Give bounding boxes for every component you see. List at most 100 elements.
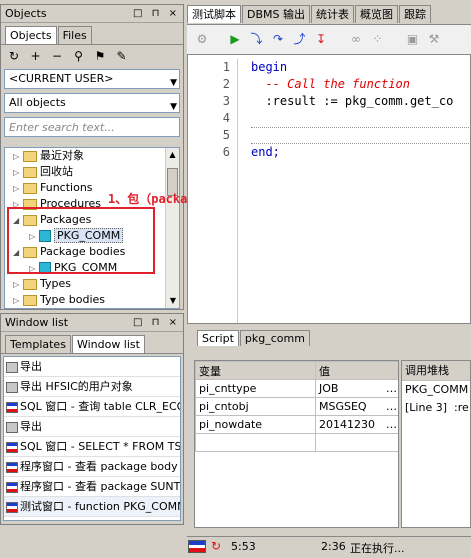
tree-scrollbar[interactable]: ▲ ▼	[165, 148, 179, 308]
call-stack-row[interactable]: [Line 3] :re	[402, 399, 470, 417]
tab-templates[interactable]: Templates	[5, 335, 71, 353]
column-header-value[interactable]: 值	[315, 361, 398, 380]
cursor-position: 5:53	[231, 540, 256, 553]
test-window-icon	[6, 501, 18, 513]
remove-icon[interactable]: −	[48, 47, 66, 65]
tab-files[interactable]: Files	[57, 26, 92, 44]
search-placeholder: Enter search text...	[9, 121, 115, 134]
line-number: 2	[222, 77, 230, 91]
execute-icon[interactable]: ▶	[226, 30, 244, 48]
objects-panel-header: Objects □ ⊓ ×	[1, 5, 183, 23]
tree-item-type-bodies[interactable]: ▷ Type bodies	[9, 292, 169, 308]
export-window-icon	[6, 361, 18, 373]
image-icon[interactable]: ▣	[404, 30, 422, 48]
window-type-icon	[188, 540, 206, 553]
variable-value[interactable]: MSGSEQ…	[315, 397, 398, 416]
tree-item-recent[interactable]: ▷ 最近对象	[9, 148, 169, 164]
list-item[interactable]: 导出 HFSIC的用户对象	[4, 377, 180, 397]
breakpoint-icon[interactable]: ⁘	[369, 30, 387, 48]
refresh-icon[interactable]: ↻	[5, 47, 23, 65]
ellipsis-button[interactable]: …	[386, 443, 397, 451]
variables-grid: 变量 值 pi_cnttype JOB… pi_cntobj MSGSEQ… p…	[194, 360, 399, 528]
folder-icon	[23, 166, 37, 178]
panel-header-buttons[interactable]: □ ⊓ ×	[133, 314, 180, 332]
step-into-icon[interactable]: ⤵	[248, 30, 266, 48]
variable-value[interactable]: 20141230…	[315, 415, 398, 434]
column-header-variable[interactable]: 变量	[195, 361, 316, 380]
add-icon[interactable]: +	[27, 47, 45, 65]
tab-window-list[interactable]: Window list	[71, 335, 145, 353]
tab-overview[interactable]: 概览图	[355, 5, 398, 23]
tab-trace[interactable]: 跟踪	[399, 5, 431, 23]
variable-name: pi_cnttype	[195, 379, 316, 398]
tab-dbms-output[interactable]: DBMS 输出	[242, 5, 310, 23]
list-item[interactable]: 程序窗口 - 查看 package SUNTS	[4, 477, 180, 497]
step-out-icon[interactable]: ⤴	[291, 30, 309, 48]
list-item[interactable]: SQL 窗口 - 查询 table CLR_ECOF	[4, 397, 180, 417]
execution-status: 正在执行...	[350, 542, 405, 555]
window-list-header: Window list □ ⊓ ×	[1, 314, 183, 332]
tree-item-recycle[interactable]: ▷ 回收站	[9, 164, 169, 180]
code-line: end;	[251, 145, 280, 159]
list-item[interactable]: 测试窗口 - function PKG_COMM.(	[4, 497, 180, 517]
list-item[interactable]: 导出	[4, 417, 180, 437]
variable-name: pi_cntobj	[195, 397, 316, 416]
chevron-down-icon: ▼	[170, 78, 177, 88]
table-row[interactable]: pi_cntobj MSGSEQ…	[195, 397, 398, 416]
debug-icon[interactable]: ⚙	[193, 30, 211, 48]
window-list: 导出 导出 HFSIC的用户对象 SQL 窗口 - 查询 table CLR_E…	[3, 356, 181, 521]
tab-objects[interactable]: Objects	[5, 26, 57, 44]
line-number: 3	[222, 94, 230, 108]
list-item[interactable]: SQL 窗口 - SELECT * FROM TSM	[4, 437, 180, 457]
tab-pkg-comm[interactable]: pkg_comm	[239, 330, 310, 346]
browse-icon[interactable]: ✎	[113, 47, 131, 65]
tab-script[interactable]: Script	[197, 330, 239, 346]
code-line	[251, 127, 470, 144]
tools-icon[interactable]: ⚒	[425, 30, 443, 48]
line-number: 5	[222, 128, 230, 142]
code-line: -- Call the function	[251, 77, 410, 91]
main-tabs: 测试脚本 DBMS 输出 统计表 概览图 跟踪	[187, 4, 471, 24]
status-bar: ↻ 5:53 2:36 正在执行...	[187, 536, 471, 556]
filter-icon[interactable]: ⚑	[91, 47, 109, 65]
call-stack-row[interactable]: PKG_COMM	[402, 381, 470, 399]
call-stack-panel: 调用堆栈 PKG_COMM [Line 3] :re	[401, 360, 471, 528]
code-editor[interactable]: 1 2 3 4 5 6 begin -- Call the function :…	[187, 54, 471, 324]
variable-name: pi_nowdate	[195, 415, 316, 434]
program-window-icon	[6, 481, 18, 493]
user-select[interactable]: <CURRENT USER> ▼	[4, 69, 180, 89]
sql-window-icon	[6, 441, 18, 453]
glasses-icon[interactable]: ∞	[347, 30, 365, 48]
search-input[interactable]: Enter search text...	[4, 117, 180, 137]
table-row[interactable]: pi_nowdate 20141230…	[195, 415, 398, 434]
objects-panel: Objects □ ⊓ × Objects Files ↻ + − ⚲ ⚑ ✎ <…	[0, 4, 184, 310]
call-stack-header: 调用堆栈	[402, 361, 470, 381]
ellipsis-button[interactable]: …	[386, 382, 397, 395]
tab-test-script[interactable]: 测试脚本	[187, 5, 241, 23]
variable-value[interactable]: JOB…	[315, 379, 398, 398]
ellipsis-button[interactable]: …	[386, 400, 397, 413]
find-icon[interactable]: ⚲	[70, 47, 88, 65]
list-item[interactable]: 导出	[4, 357, 180, 377]
test-toolbar: ⚙ ▶ ⤵ ↷ ⤴ ↧ ∞ ⁘ ▣ ⚒	[187, 24, 471, 54]
folder-icon	[23, 278, 37, 290]
line-number: 6	[222, 145, 230, 159]
annotation-highlight-box	[7, 207, 155, 274]
list-item[interactable]: 程序窗口 - 查看 package body SU	[4, 457, 180, 477]
tab-statistics[interactable]: 统计表	[311, 5, 354, 23]
export-window-icon	[6, 421, 18, 433]
line-number: 1	[222, 60, 230, 74]
table-row[interactable]: …	[195, 433, 398, 452]
test-window: 测试脚本 DBMS 输出 统计表 概览图 跟踪 ⚙ ▶ ⤵ ↷ ⤴ ↧ ∞ ⁘ ▣ ⚒ …	[187, 4, 471, 534]
panel-header-buttons[interactable]: □ ⊓ ×	[133, 5, 180, 23]
ellipsis-button[interactable]: …	[386, 418, 397, 431]
export-window-icon	[6, 381, 18, 393]
folder-icon	[23, 182, 37, 194]
table-row[interactable]: pi_cnttype JOB…	[195, 379, 398, 398]
step-over-icon[interactable]: ↷	[269, 30, 287, 48]
tree-item-types[interactable]: ▷ Types	[9, 276, 169, 292]
filter-select[interactable]: All objects ▼	[4, 93, 180, 113]
folder-icon	[23, 294, 37, 306]
run-to-exception-icon[interactable]: ↧	[312, 30, 330, 48]
